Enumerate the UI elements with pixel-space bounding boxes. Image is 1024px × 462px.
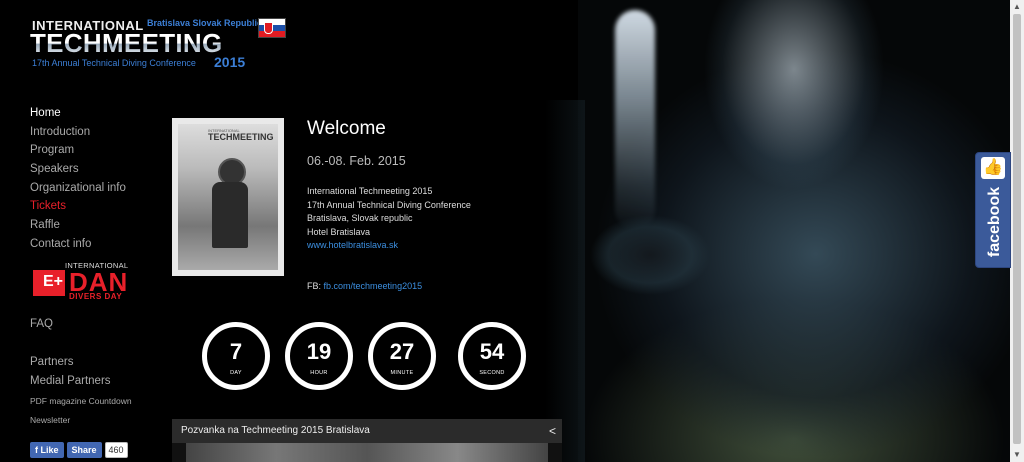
nav-organizational-info[interactable]: Organizational info xyxy=(30,179,126,198)
dan-divers-day-logo[interactable]: INTERNATIONAL E+ DAN DIVERS DAY xyxy=(33,261,141,301)
video-title-bar: Pozvanka na Techmeeting 2015 Bratislava … xyxy=(172,419,562,443)
secondary-nav: FAQ xyxy=(30,318,53,330)
nav-pdf-magazine[interactable]: PDF magazine Countdown xyxy=(30,396,132,406)
fb-label: FB: xyxy=(307,281,322,291)
page-scrollbar[interactable]: ▲ ▼ xyxy=(1010,0,1024,462)
info-line: Bratislava, Slovak republic xyxy=(307,213,413,223)
countdown-unit: SECOND xyxy=(479,370,505,376)
countdown-unit: MINUTE xyxy=(390,370,414,376)
logo-year: 2015 xyxy=(214,54,246,70)
fb-like-label: Like xyxy=(40,445,59,455)
fb-share-count: 460 xyxy=(104,442,128,458)
nav-medial-partners[interactable]: Medial Partners xyxy=(30,375,111,387)
countdown-minutes: 27 MINUTE xyxy=(368,322,436,390)
nav-speakers[interactable]: Speakers xyxy=(30,160,126,179)
video-thumbnail[interactable] xyxy=(186,443,548,462)
logo-subtitle: 17th Annual Technical Diving Conference xyxy=(32,58,196,68)
dan-divers-day: DIVERS DAY xyxy=(69,292,123,301)
countdown-unit: HOUR xyxy=(310,370,328,376)
facebook-like-share-bar: f Like Share 460 xyxy=(30,442,128,458)
fb-line: FB: fb.com/techmeeting2015 xyxy=(307,281,422,291)
countdown-value: 19 xyxy=(306,339,332,364)
info-line: International Techmeeting 2015 xyxy=(307,186,433,196)
fb-share-button[interactable]: Share xyxy=(66,442,102,458)
nav-faq[interactable]: FAQ xyxy=(30,318,53,330)
poster-image: INTERNATIONAL TECHMEETING xyxy=(178,124,278,270)
logo-techmeeting: TECHMEETING xyxy=(30,28,223,58)
countdown-days: 7 DAY xyxy=(202,322,270,390)
facebook-tab-label: facebook xyxy=(986,186,1003,258)
nav-program[interactable]: Program xyxy=(30,141,126,160)
scrollbar-thumb[interactable] xyxy=(1013,14,1021,444)
site-logo[interactable]: INTERNATIONAL Bratislava Slovak Republic… xyxy=(30,16,290,72)
video-title[interactable]: Pozvanka na Techmeeting 2015 Bratislava xyxy=(181,425,370,436)
fb-like-button[interactable]: f Like xyxy=(30,442,64,458)
nav-partners[interactable]: Partners xyxy=(30,356,73,368)
nav-contact-info[interactable]: Contact info xyxy=(30,235,126,254)
countdown-value: 27 xyxy=(389,339,415,364)
thumbs-up-icon: 👍 xyxy=(981,157,1005,179)
share-icon[interactable]: < xyxy=(549,424,556,438)
event-date: 06.-08. Feb. 2015 xyxy=(307,154,406,168)
nav-home[interactable]: Home xyxy=(30,104,126,123)
nav-raffle[interactable]: Raffle xyxy=(30,216,126,235)
welcome-heading: Welcome xyxy=(307,118,386,139)
event-poster[interactable]: INTERNATIONAL TECHMEETING xyxy=(172,118,284,276)
video-embed[interactable]: Pozvanka na Techmeeting 2015 Bratislava … xyxy=(172,419,562,462)
countdown-value: 54 xyxy=(479,339,505,364)
countdown-value: 7 xyxy=(229,339,243,364)
info-line: Hotel Bratislava xyxy=(307,226,371,237)
nav-newsletter[interactable]: Newsletter xyxy=(30,415,70,425)
fb-page-link[interactable]: fb.com/techmeeting2015 xyxy=(324,281,423,291)
countdown-hours: 19 HOUR xyxy=(285,322,353,390)
scroll-down-arrow-icon[interactable]: ▼ xyxy=(1010,448,1024,462)
poster-title: TECHMEETING xyxy=(208,132,274,142)
facebook-side-tab[interactable]: 👍 facebook xyxy=(975,152,1011,268)
nav-tickets[interactable]: Tickets xyxy=(30,197,126,216)
slovakia-flag-icon[interactable] xyxy=(258,18,286,38)
hotel-link[interactable]: www.hotelbratislava.sk xyxy=(307,240,398,250)
bubbles-decoration xyxy=(615,10,655,230)
logo-city: Bratislava Slovak Republic xyxy=(147,18,263,28)
diver-silhouette xyxy=(590,200,710,310)
nav-introduction[interactable]: Introduction xyxy=(30,123,126,142)
scroll-up-arrow-icon[interactable]: ▲ xyxy=(1010,0,1024,14)
main-nav: Home Introduction Program Speakers Organ… xyxy=(30,104,126,254)
countdown-seconds: 54 SECOND xyxy=(458,322,526,390)
dan-cross-icon: E+ xyxy=(43,273,64,290)
info-line: 17th Annual Technical Diving Conference xyxy=(307,199,471,210)
diver-suit-figure xyxy=(212,182,248,248)
event-info: International Techmeeting 2015 17th Annu… xyxy=(307,185,471,253)
photo-shade xyxy=(545,100,585,462)
countdown-unit: DAY xyxy=(230,370,242,376)
